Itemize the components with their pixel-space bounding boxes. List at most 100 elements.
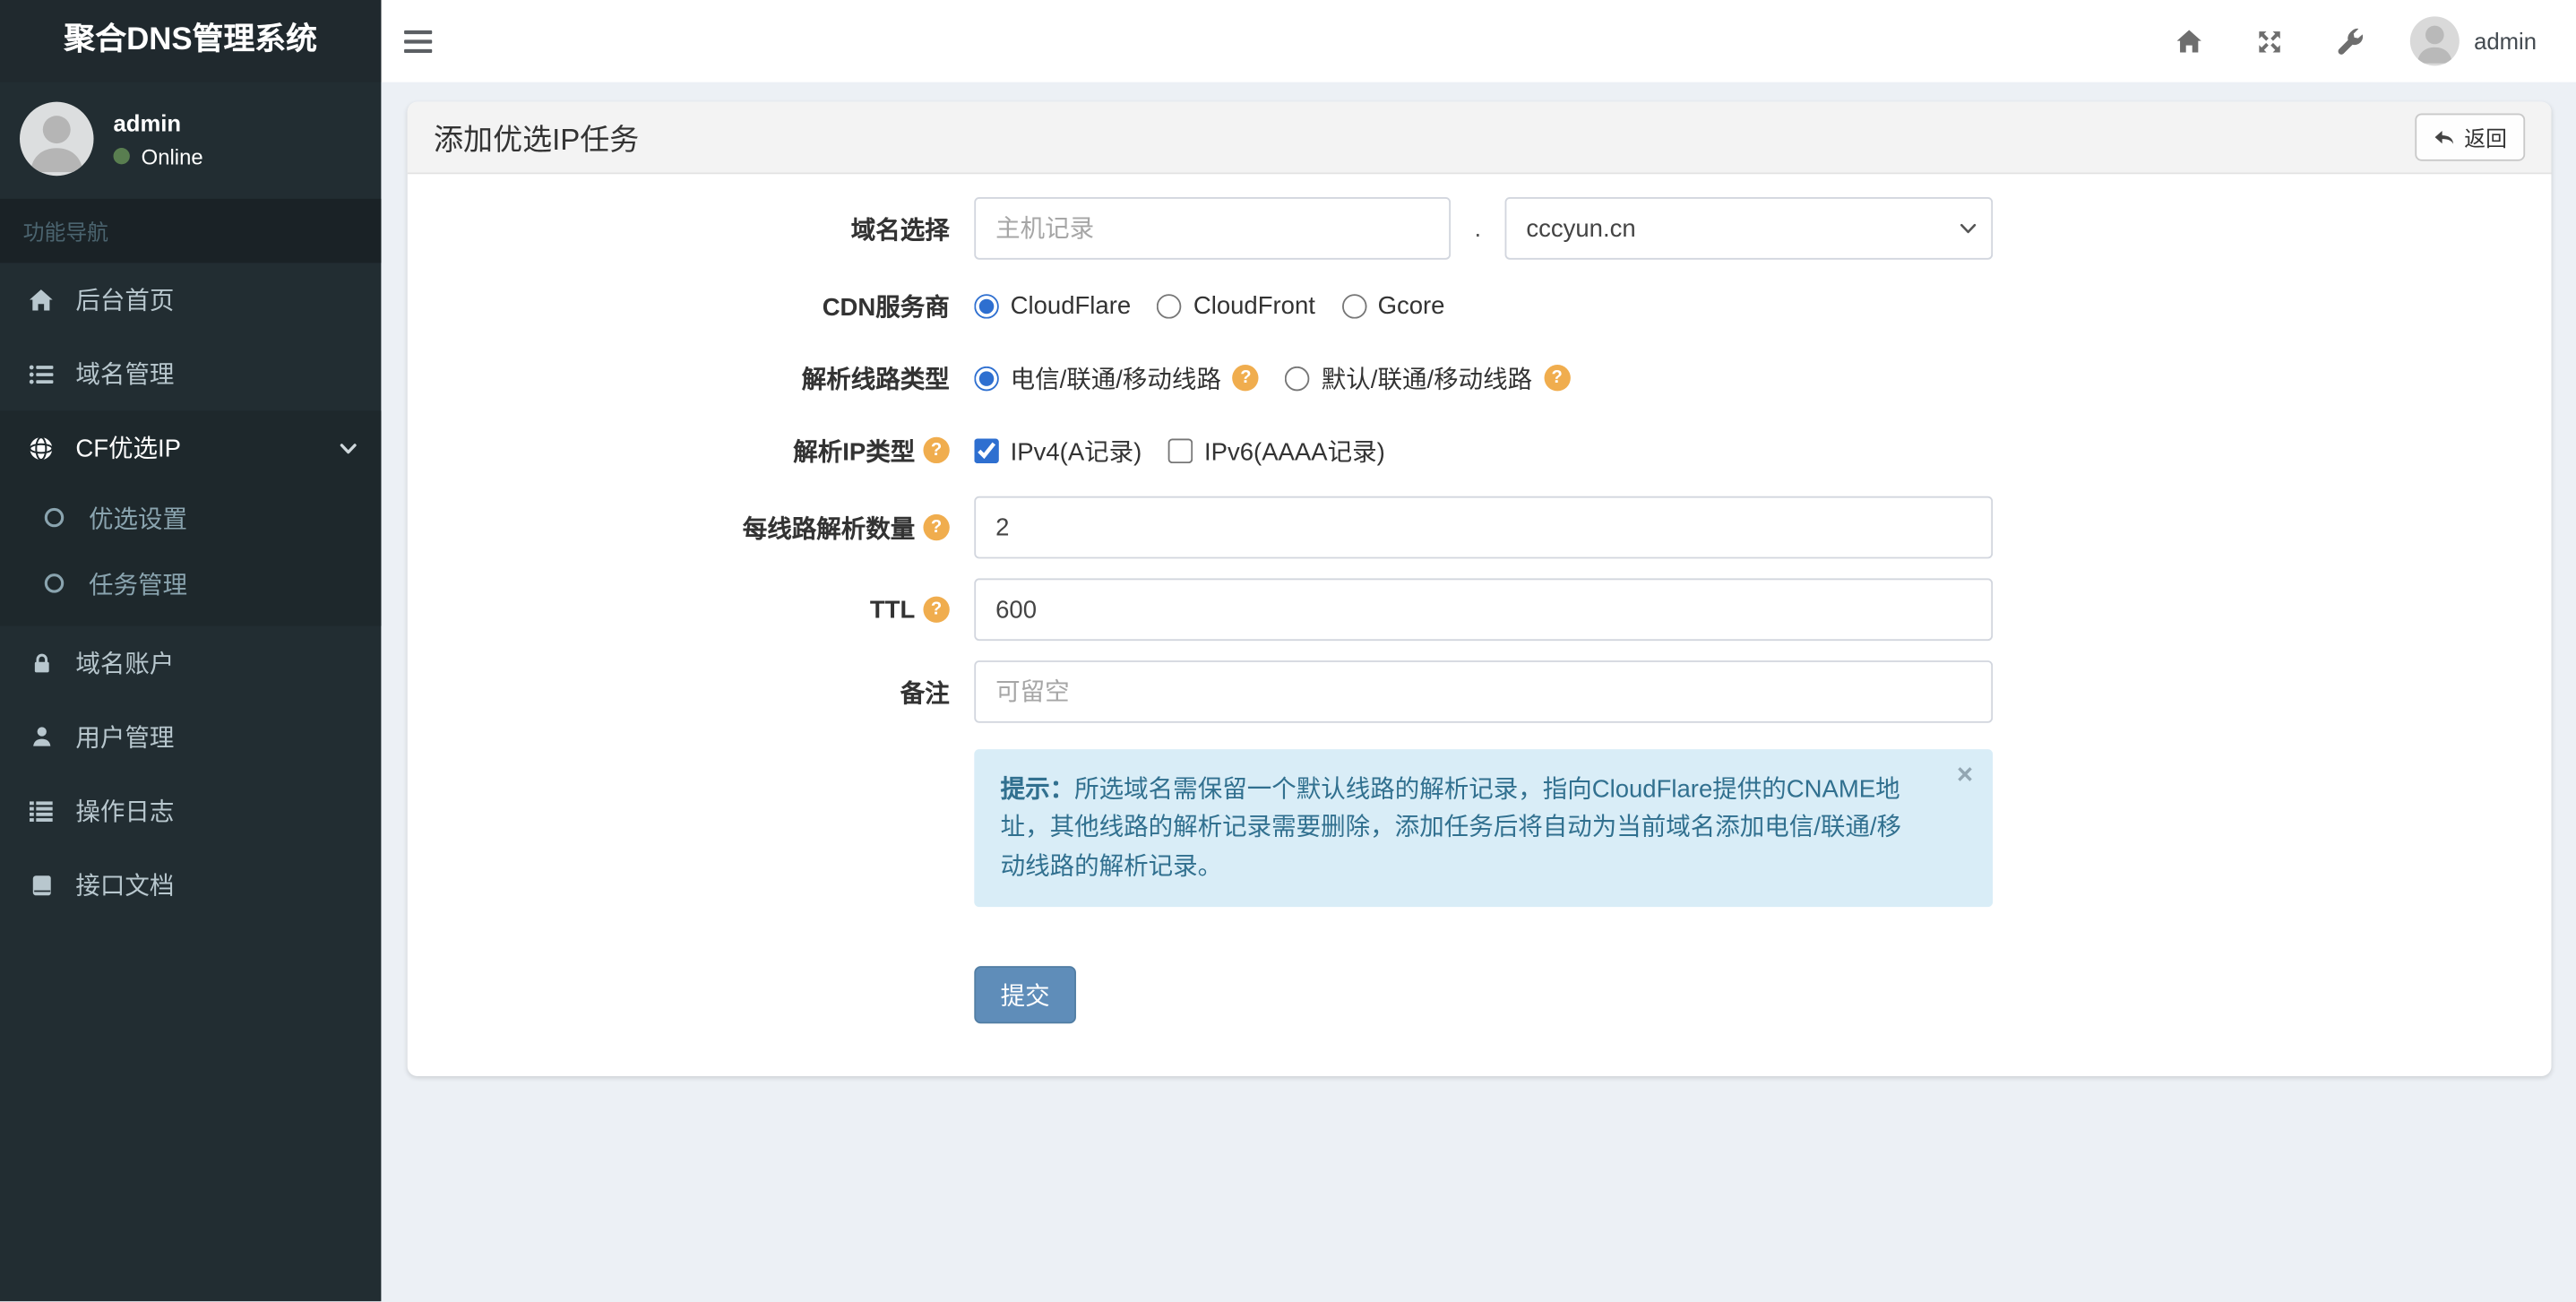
host-record-input[interactable] xyxy=(974,197,1452,260)
main-area: admin 添加优选IP任务 返回 域名选择 主机记录 . cccyun.cn … xyxy=(381,0,2576,1076)
radio-input[interactable] xyxy=(974,293,999,318)
submit-button[interactable]: 提交 xyxy=(974,965,1077,1023)
sidebar-item-preferred-settings[interactable]: 优选设置 xyxy=(0,485,381,550)
sidebar-item-cf-ip-link[interactable]: CF优选IP xyxy=(0,410,381,485)
radio-input[interactable] xyxy=(1341,293,1366,318)
sidebar-item-domain-accounts[interactable]: 域名账户 xyxy=(0,626,381,701)
navbar-username: admin xyxy=(2474,28,2537,55)
line-type-field: 电信/联通/移动线路 ? 默认/联通/移动线路 ? xyxy=(974,360,1993,395)
cdn-label: CDN服务商 xyxy=(822,293,950,322)
user-status: Online xyxy=(113,143,203,168)
per-line-count-input[interactable] xyxy=(974,496,1994,559)
sidebar-item-label: 接口文档 xyxy=(75,872,175,901)
form-row-ttl: TTL ? xyxy=(432,578,2527,642)
user-icon xyxy=(23,725,59,750)
avatar xyxy=(20,101,94,177)
user-status-label: Online xyxy=(141,143,203,168)
sidebar-username: admin xyxy=(113,108,182,136)
radio-input[interactable] xyxy=(974,365,999,391)
sidebar-item-logs[interactable]: 操作日志 xyxy=(0,774,381,849)
reply-arrow-icon xyxy=(2434,130,2454,144)
form-row-per-line-count: 每线路解析数量 ? xyxy=(432,496,2527,559)
hamburger-icon xyxy=(404,30,433,53)
domain-label: 域名选择 xyxy=(850,216,950,245)
sidebar-item-domains[interactable]: 域名管理 xyxy=(0,337,381,411)
sidebar-menu: 后台首页 域名管理 CF优选IP 优选设置 任务管理 域名账户 用户管理 操作日… xyxy=(0,263,382,922)
content-area: 添加优选IP任务 返回 域名选择 主机记录 . cccyun.cn CDN服务商… xyxy=(381,82,2576,1076)
sidebar-submenu: 优选设置 任务管理 xyxy=(0,485,381,626)
log-list-icon xyxy=(23,798,59,823)
radio-input[interactable] xyxy=(1157,293,1183,318)
ip-type-label: 解析IP类型 ? xyxy=(432,433,974,468)
sidebar-item-label: 操作日志 xyxy=(75,798,175,827)
sidebar-item-dashboard[interactable]: 后台首页 xyxy=(0,263,381,337)
form-row-domain: 域名选择 . cccyun.cn xyxy=(432,197,2527,260)
remark-field xyxy=(974,660,1994,723)
help-icon[interactable]: ? xyxy=(1543,365,1571,392)
ttl-field xyxy=(974,578,1994,642)
sidebar-item-cf-ip: CF优选IP 优选设置 任务管理 xyxy=(0,410,382,626)
checkbox-input[interactable] xyxy=(974,437,999,463)
settings-button[interactable] xyxy=(2310,0,2391,82)
back-button-label: 返回 xyxy=(2464,126,2507,151)
tip-prefix: 提示： xyxy=(1000,775,1075,804)
per-line-count-label: 每线路解析数量 ? xyxy=(432,510,974,545)
submit-row: 提交 xyxy=(432,965,2527,1023)
circle-o-icon xyxy=(36,506,72,530)
help-icon[interactable]: ? xyxy=(923,436,950,464)
checkbox-ipv6[interactable]: IPv6(AAAA记录) xyxy=(1167,433,1385,468)
radio-cloudflare[interactable]: CloudFlare xyxy=(974,291,1131,320)
fullscreen-button[interactable] xyxy=(2229,0,2310,82)
panel-body: 域名选择 . cccyun.cn xyxy=(408,174,2552,1075)
sidebar-item-label: 用户管理 xyxy=(75,724,175,753)
globe-icon xyxy=(23,435,59,461)
user-silhouette-icon xyxy=(2417,25,2452,64)
arrows-expand-icon xyxy=(2259,30,2280,52)
cdn-field: CloudFlare CloudFront Gcore xyxy=(974,291,1993,320)
back-button[interactable]: 返回 xyxy=(2415,113,2526,161)
domain-select-wrap: cccyun.cn xyxy=(1504,197,1994,260)
sidebar-item-users[interactable]: 用户管理 xyxy=(0,700,381,774)
radio-gcore[interactable]: Gcore xyxy=(1341,291,1444,320)
remark-label: 备注 xyxy=(900,679,950,708)
close-icon[interactable]: × xyxy=(1957,761,1973,789)
form-row-remark: 备注 xyxy=(432,660,2527,723)
form-row-ip-type: 解析IP类型 ? IPv4(A记录) IPv6(AAAA记录) xyxy=(432,424,2527,477)
radio-isp-lines[interactable]: 电信/联通/移动线路 ? xyxy=(974,360,1260,395)
top-navbar: admin xyxy=(381,0,2576,82)
remark-input[interactable] xyxy=(974,660,1994,723)
radio-default-lines[interactable]: 默认/联通/移动线路 ? xyxy=(1285,360,1571,395)
radio-cloudfront[interactable]: CloudFront xyxy=(1157,291,1315,320)
sidebar-item-label: CF优选IP xyxy=(75,435,182,464)
checkbox-input[interactable] xyxy=(1167,437,1193,463)
ttl-input[interactable] xyxy=(974,578,1994,642)
home-button[interactable] xyxy=(2149,0,2229,82)
chevron-down-icon xyxy=(339,438,358,458)
line-type-label: 解析线路类型 xyxy=(801,365,950,394)
tip-alert: 提示：所选域名需保留一个默认线路的解析记录，指向CloudFlare提供的CNA… xyxy=(974,749,1994,907)
avatar xyxy=(2409,16,2460,66)
checkbox-ipv4[interactable]: IPv4(A记录) xyxy=(974,433,1142,468)
form-row-line-type: 解析线路类型 电信/联通/移动线路 ? 默认/联通/移动线路 ? xyxy=(432,351,2527,404)
home-icon xyxy=(23,287,59,313)
sidebar-item-api-docs[interactable]: 接口文档 xyxy=(0,848,381,922)
ip-type-field: IPv4(A记录) IPv6(AAAA记录) xyxy=(974,433,1993,468)
sidebar-toggle-button[interactable] xyxy=(401,19,436,64)
sidebar-item-label: 任务管理 xyxy=(89,571,188,599)
book-icon xyxy=(23,872,59,898)
help-icon[interactable]: ? xyxy=(1232,365,1260,392)
sidebar-item-label: 后台首页 xyxy=(75,287,175,316)
brand-title: 聚合DNS管理系统 xyxy=(0,0,382,82)
navbar-right: admin xyxy=(2149,0,2553,82)
domain-select[interactable]: cccyun.cn xyxy=(1504,197,1994,260)
navbar-user-menu[interactable]: admin xyxy=(2391,16,2554,66)
sidebar-user-panel: admin Online xyxy=(0,82,381,199)
help-icon[interactable]: ? xyxy=(923,513,950,541)
help-icon[interactable]: ? xyxy=(923,596,950,623)
sidebar-item-task-management[interactable]: 任务管理 xyxy=(0,550,381,616)
sidebar: 聚合DNS管理系统 admin Online 功能导航 后台首页 域名管理 CF… xyxy=(0,0,382,1302)
wrench-icon xyxy=(2338,27,2363,54)
sidebar-section-header: 功能导航 xyxy=(0,198,382,263)
radio-input[interactable] xyxy=(1285,365,1310,391)
page-title: 添加优选IP任务 xyxy=(434,122,640,156)
